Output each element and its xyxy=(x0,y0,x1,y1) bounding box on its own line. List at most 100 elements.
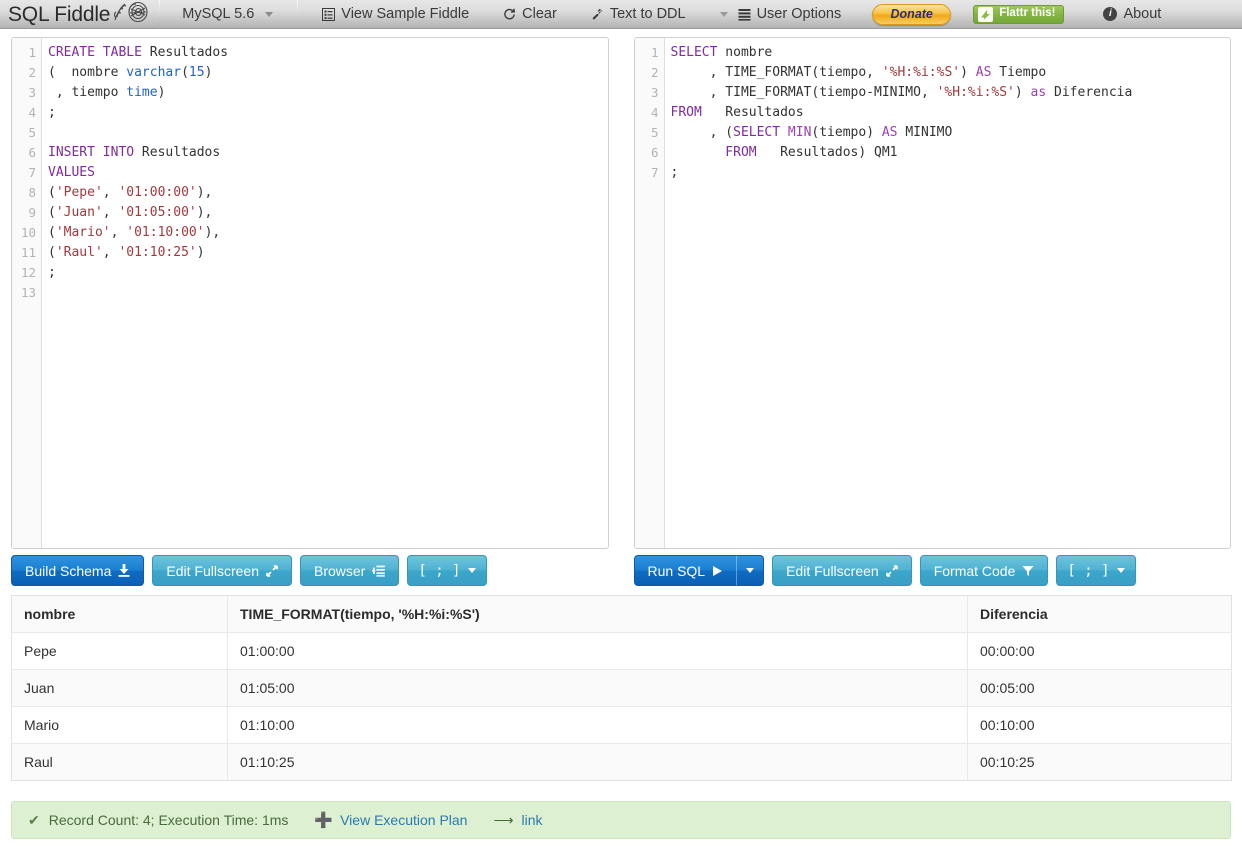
nav-clear[interactable]: Clear xyxy=(486,0,574,29)
schema-button-bar: Build Schema Edit Fullscreen Browser [;… xyxy=(11,555,609,589)
code-token: AS xyxy=(881,125,898,140)
code-token: (tiempo) xyxy=(811,125,882,140)
table-row[interactable]: Mario 01:10:00 00:10:00 xyxy=(11,706,1232,744)
query-editor-code[interactable]: SELECT nombre , TIME_FORMAT(tiempo, '%H:… xyxy=(665,38,1231,548)
code-token: as xyxy=(1030,85,1047,100)
code-token: ), xyxy=(196,185,213,200)
schema-code-line: ('Raul', '01:10:25') xyxy=(48,243,608,263)
code-token: varchar xyxy=(126,65,182,80)
query-line-number: 2 xyxy=(650,65,659,80)
schema-editor-code[interactable]: CREATE TABLE Resultados( nombre varchar(… xyxy=(42,38,608,548)
plus-icon: ➕ xyxy=(314,811,334,829)
lines-menu-icon xyxy=(738,8,751,21)
schema-line-number: 13 xyxy=(20,285,36,300)
table-header-row: nombre TIME_FORMAT(tiempo, '%H:%i:%S') D… xyxy=(11,595,1232,633)
schema-code-line: ; xyxy=(48,103,608,123)
code-token: ( xyxy=(48,245,56,260)
query-line-number: 4 xyxy=(650,105,659,120)
format-code-button[interactable]: Format Code xyxy=(919,555,1049,586)
brand-title: SQL Fiddle xyxy=(8,2,111,26)
schema-code-line: ('Mario', '01:10:00'), xyxy=(48,223,608,243)
share-link[interactable]: ⟶ link xyxy=(493,812,542,828)
browser-button[interactable]: Browser xyxy=(299,555,400,586)
query-delimiter-button[interactable]: [ ; ] xyxy=(1056,555,1136,586)
edit-fullscreen-schema-button[interactable]: Edit Fullscreen xyxy=(152,555,292,586)
edit-fullscreen-schema-label: Edit Fullscreen xyxy=(166,562,259,579)
schema-line-number: 1 xyxy=(28,45,36,60)
schema-line-number: 12 xyxy=(20,265,36,280)
database-selector[interactable]: MySQL 5.6 xyxy=(160,0,297,29)
query-code-line: FROM Resultados xyxy=(671,103,1231,123)
run-sql-button[interactable]: Run SQL xyxy=(633,555,738,586)
table-cell: 00:05:00 xyxy=(967,669,1232,707)
run-sql-dropdown-button[interactable] xyxy=(736,555,765,586)
flattr-button[interactable]: Flattr this! xyxy=(973,4,1065,24)
code-token: , TIME_FORMAT(tiempo, xyxy=(670,65,882,80)
code-token: 'Raul' xyxy=(55,245,103,260)
code-token: SELECT xyxy=(670,45,718,60)
share-link-label: link xyxy=(521,812,543,828)
column-header-diferencia[interactable]: Diferencia xyxy=(967,595,1232,633)
chevron-down-icon xyxy=(746,568,755,573)
code-token: , xyxy=(102,205,119,220)
button-bars: Build Schema Edit Fullscreen Browser [;… xyxy=(0,555,1242,589)
table-cell: 01:05:00 xyxy=(227,669,968,707)
schema-line-number: 6 xyxy=(28,145,36,160)
nav-text-to-ddl-label: Text to DDL xyxy=(609,5,686,22)
edit-fullscreen-query-button[interactable]: Edit Fullscreen xyxy=(772,555,912,586)
table-row[interactable]: Pepe 01:00:00 00:00:00 xyxy=(11,632,1232,670)
schema-delimiter-button[interactable]: [ ; ] xyxy=(407,555,487,586)
code-token: 'Juan' xyxy=(55,205,103,220)
schema-code-line: ( nombre varchar(15) xyxy=(48,63,608,83)
column-header-tiempo[interactable]: TIME_FORMAT(tiempo, '%H:%i:%S') xyxy=(227,595,968,633)
code-token: '%H:%i:%S' xyxy=(881,65,961,80)
table-cell: Pepe xyxy=(11,632,228,670)
code-token: time xyxy=(126,85,158,100)
expand-arrows-icon xyxy=(885,564,898,577)
donate-button[interactable]: Donate xyxy=(872,3,952,25)
schema-code-line: VALUES xyxy=(48,163,608,183)
schema-line-number: 2 xyxy=(28,65,36,80)
nav-about[interactable]: i About xyxy=(1086,0,1173,29)
app-header: SQL Fiddle MySQL 5.6 View Sample Fiddle … xyxy=(0,0,1242,29)
code-token: ( xyxy=(48,205,56,220)
database-selector-label: MySQL 5.6 xyxy=(182,5,255,22)
code-token: FROM xyxy=(725,145,757,160)
schema-code-line: CREATE TABLE Resultados xyxy=(48,43,608,63)
table-row[interactable]: Raul 01:10:25 00:10:25 xyxy=(11,743,1232,781)
table-cell: Mario xyxy=(11,706,228,744)
build-schema-button-label: Build Schema xyxy=(25,562,112,579)
results-table-body: Pepe 01:00:00 00:00:00 Juan 01:05:00 00:05:00… xyxy=(11,632,1232,781)
filter-icon xyxy=(1022,565,1034,577)
code-token: Resultados xyxy=(141,45,229,60)
table-cell: Juan xyxy=(11,669,228,707)
download-icon xyxy=(118,564,130,577)
nav-text-to-ddl[interactable]: Text to DDL xyxy=(574,0,703,29)
schema-line-number: 3 xyxy=(28,85,36,100)
nav-view-sample-fiddle[interactable]: View Sample Fiddle xyxy=(298,0,486,29)
schema-code-line: ; xyxy=(48,263,608,283)
code-token: ), xyxy=(196,205,213,220)
table-cell: Raul xyxy=(11,743,228,781)
view-execution-plan-link[interactable]: ➕ View Execution Plan xyxy=(314,812,467,828)
query-editor[interactable]: 1 2 3 4 5 6 7 SELECT nombre , TIME_FORMAT(tiem… xyxy=(633,37,1231,549)
schema-line-number: 4 xyxy=(28,105,36,120)
schema-code-line xyxy=(48,123,608,143)
nav-user-options[interactable]: User Options xyxy=(703,0,859,29)
code-token: Tiempo xyxy=(991,65,1047,80)
table-row[interactable]: Juan 01:05:00 00:05:00 xyxy=(11,669,1232,707)
code-token: , xyxy=(102,185,119,200)
code-token: INSERT INTO xyxy=(48,145,135,160)
header-divider-1 xyxy=(159,0,161,29)
chevron-down-icon xyxy=(467,568,476,573)
flattr-icon xyxy=(978,6,994,22)
build-schema-button[interactable]: Build Schema xyxy=(11,555,145,586)
column-header-nombre[interactable]: nombre xyxy=(11,595,228,633)
code-token: , TIME_FORMAT(tiempo-MINIMO, xyxy=(670,85,937,100)
code-token: '01:00:00' xyxy=(118,185,197,200)
schema-editor[interactable]: 1 2 3 4 5 6 7 8 9 10 11 12 13 CREATE TABLE Resultado… xyxy=(11,37,609,549)
schema-line-number: 5 xyxy=(28,125,36,140)
code-token: ) xyxy=(204,65,213,80)
query-code-line: SELECT nombre xyxy=(671,43,1231,63)
brand-logo-area[interactable]: SQL Fiddle xyxy=(0,0,159,29)
